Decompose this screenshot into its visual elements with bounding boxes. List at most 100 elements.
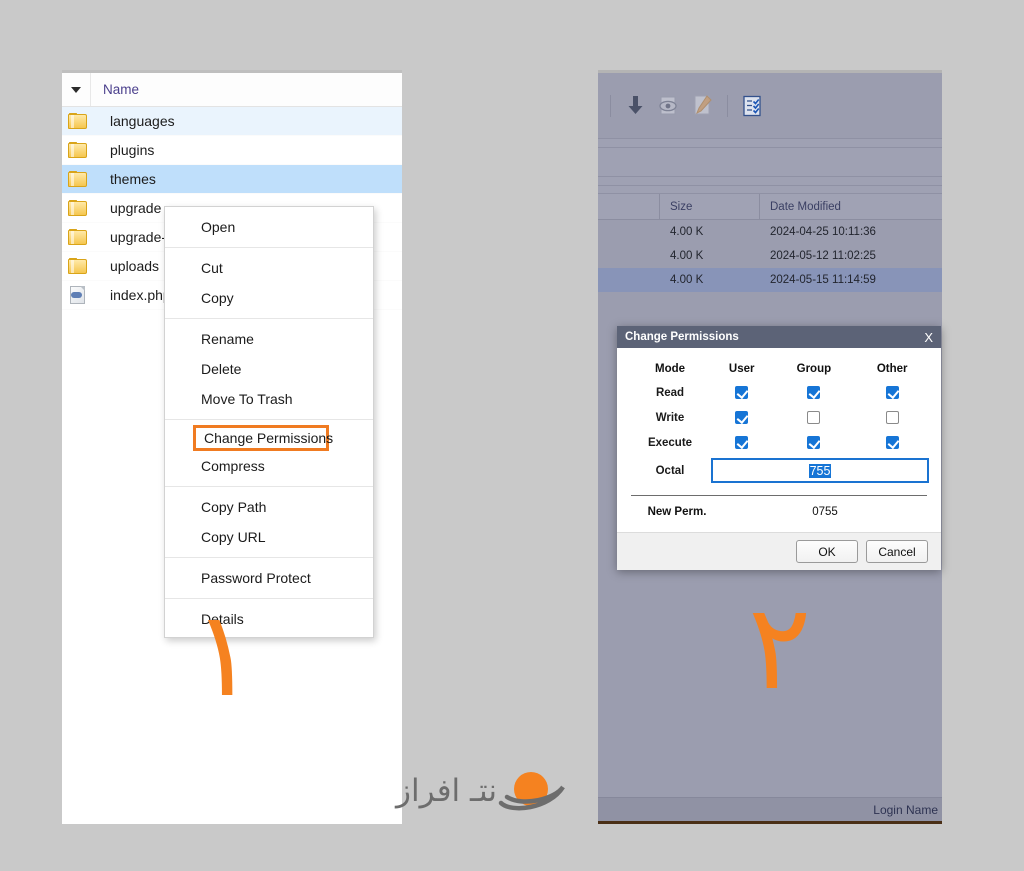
checkbox-write-user[interactable] [735,411,749,424]
change-permissions-dialog: Change Permissions X Mode User Group Oth… [617,326,941,570]
checkbox-cell-other [855,380,929,405]
chevron-down-icon[interactable] [71,86,81,93]
menu-item-copy-path[interactable]: Copy Path [165,492,373,522]
menu-separator [165,419,373,420]
planet-orbit-icon [498,772,565,811]
checkbox-read-user[interactable] [735,386,749,399]
checkbox-cell-group [772,430,855,455]
cell-date-modified: 2024-04-25 10:11:36 [770,226,876,238]
cell-date-modified: 2024-05-15 11:14:59 [770,274,876,286]
checkbox-execute-group[interactable] [807,436,821,449]
menu-item-rename[interactable]: Rename [165,324,373,354]
permission-mode-label: Read [655,386,685,399]
checkbox-cell-user [711,405,772,430]
dialog-title: Change Permissions [625,331,739,343]
menu-separator [165,486,373,487]
remote-file-rows: 4.00 K 2024-04-25 10:11:36 4.00 K 2024-05-1… [598,220,942,292]
menu-item-open[interactable]: Open [165,212,373,242]
permission-mode-label: Write [655,411,685,424]
checkbox-execute-other[interactable] [885,436,899,449]
menu-item-delete[interactable]: Delete [165,354,373,384]
checkbox-cell-other [855,430,929,455]
octal-input[interactable]: 755 [711,458,929,483]
octal-cell: 755 [711,455,929,483]
checkbox-execute-user[interactable] [735,436,749,449]
login-name-label: Login Name [873,802,938,817]
folder-icon [68,141,88,159]
folder-icon [68,199,88,217]
file-row[interactable]: themes [62,165,402,194]
new-permission-row: New Perm. 0755 [629,496,929,528]
download-arrow-icon[interactable] [621,92,649,120]
ok-button[interactable]: OK [796,540,858,563]
checkbox-write-other[interactable] [885,411,899,424]
panel-band-path [598,139,942,148]
file-name: uploads [110,258,160,274]
column-header-name-remote[interactable] [598,194,660,219]
file-row[interactable]: languages [62,107,402,136]
toolbar-divider-right [727,94,728,117]
header-user: User [728,363,755,375]
annotation-step-1: ۱ [192,585,256,723]
file-list-column-header: Name [62,73,402,107]
octal-row: Octal 755 [629,455,929,483]
panel-band-spacer-a [598,177,942,186]
octal-value[interactable]: 755 [808,463,832,478]
toolbar-divider-left [610,94,611,117]
file-name: plugins [110,142,155,158]
remote-table-row[interactable]: 4.00 K 2024-05-12 11:02:25 [598,244,942,268]
file-row[interactable]: plugins [62,136,402,165]
checkbox-cell-other [855,405,929,430]
menu-item-cut[interactable]: Cut [165,253,373,283]
checkbox-cell-user [711,430,772,455]
php-file-icon [68,286,88,304]
remote-column-header: Size Date Modified [598,194,942,220]
file-name: languages [110,113,175,129]
checkbox-write-group[interactable] [807,411,821,424]
dialog-body: Mode User Group Other Read Write Execute O… [617,348,941,532]
cell-size: 4.00 K [670,274,704,286]
file-name: upgrade [110,200,162,216]
checkbox-read-other[interactable] [885,386,899,399]
file-name: themes [110,171,156,187]
menu-item-copy-url[interactable]: Copy URL [165,522,373,552]
remote-panel-toolbar [598,73,942,139]
remote-table-row[interactable]: 4.00 K 2024-05-15 11:14:59 [598,268,942,292]
remote-table-row[interactable]: 4.00 K 2024-04-25 10:11:36 [598,220,942,244]
cell-date-modified: 2024-05-12 11:02:25 [770,250,876,262]
file-name: index.php [110,287,171,303]
cell-size: 4.00 K [670,250,704,262]
permissions-matrix-header: Mode User Group Other [629,358,929,380]
column-header-name[interactable]: Name [91,73,402,106]
pencil-edit-icon[interactable] [689,92,717,120]
permissions-checklist-icon[interactable] [738,92,766,120]
menu-item-compress[interactable]: Compress [165,451,373,481]
folder-icon [68,257,88,275]
menu-item-change-permissions[interactable]: Change Permissions [193,425,333,451]
permission-row-execute: Execute [629,430,929,455]
menu-separator [165,247,373,248]
eye-view-icon[interactable] [655,92,683,120]
checkbox-cell-user [711,380,772,405]
menu-item-copy[interactable]: Copy [165,283,373,313]
column-header-date-modified[interactable]: Date Modified [760,194,942,219]
permissions-matrix: Mode User Group Other Read Write Execute O… [629,358,929,483]
permission-row-read: Read [629,380,929,405]
dialog-title-bar[interactable]: Change Permissions X [617,326,941,348]
permission-mode-label: Execute [647,436,693,449]
folder-icon [68,170,88,188]
dialog-footer: OK Cancel [617,532,941,570]
annotation-step-2: ۲ [748,578,812,716]
folder-icon [68,112,88,130]
panel-band-breadcrumb [598,148,942,177]
cancel-button[interactable]: Cancel [866,540,928,563]
close-icon[interactable]: X [924,331,933,344]
status-bar: Login Name [598,797,942,821]
screenshot-canvas: Name languages plugins themes upgrade upgrad… [0,0,1024,871]
menu-item-move-to-trash[interactable]: Move To Trash [165,384,373,414]
sort-caret-column[interactable] [62,73,91,106]
column-header-size[interactable]: Size [660,194,760,219]
checkbox-read-group[interactable] [807,386,821,399]
checkbox-cell-group [772,405,855,430]
header-mode: Mode [654,363,686,375]
